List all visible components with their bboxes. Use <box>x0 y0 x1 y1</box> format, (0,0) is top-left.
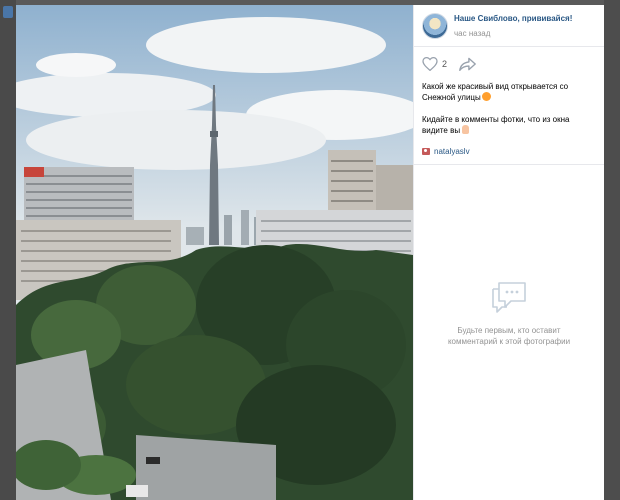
post-time[interactable]: час назад <box>454 27 572 40</box>
camera-icon <box>422 148 430 155</box>
like-button[interactable]: 2 <box>422 57 447 71</box>
photo-viewer: Наше Свиблово, прививайся! час назад 2 К… <box>16 5 604 500</box>
heart-icon <box>422 57 438 71</box>
like-count: 2 <box>442 59 448 69</box>
vk-logo-icon <box>3 6 13 18</box>
caption-line-2: Кидайте в комменты фотки, что из окна ви… <box>422 115 570 135</box>
group-name-link[interactable]: Наше Свиблово, прививайся! <box>454 12 572 25</box>
comment-icon <box>492 281 526 313</box>
photo[interactable] <box>16 5 413 500</box>
page-background-left <box>0 0 16 500</box>
author-link[interactable]: natalyaslv <box>414 147 604 165</box>
author-name[interactable]: natalyaslv <box>434 147 470 156</box>
no-comments-text: Будьте первым, кто оставит комментарий к… <box>447 325 571 346</box>
comments-section: Будьте первым, кто оставит комментарий к… <box>414 165 604 500</box>
caption-line-1: Какой же красивый вид открывается со Сне… <box>422 82 569 102</box>
post-actions: 2 <box>414 47 604 77</box>
city-photo-image <box>16 5 413 500</box>
pointing-hand-emoji-icon <box>462 125 470 134</box>
group-avatar[interactable] <box>422 12 448 39</box>
share-icon <box>459 57 476 71</box>
page-background-right <box>604 0 620 500</box>
share-button[interactable] <box>459 57 476 71</box>
post-header: Наше Свиблово, прививайся! час назад <box>414 5 604 47</box>
post-caption: Какой же красивый вид открывается со Сне… <box>414 77 604 147</box>
heart-eyes-emoji-icon <box>481 92 491 101</box>
post-panel: Наше Свиблово, прививайся! час назад 2 К… <box>413 5 604 500</box>
